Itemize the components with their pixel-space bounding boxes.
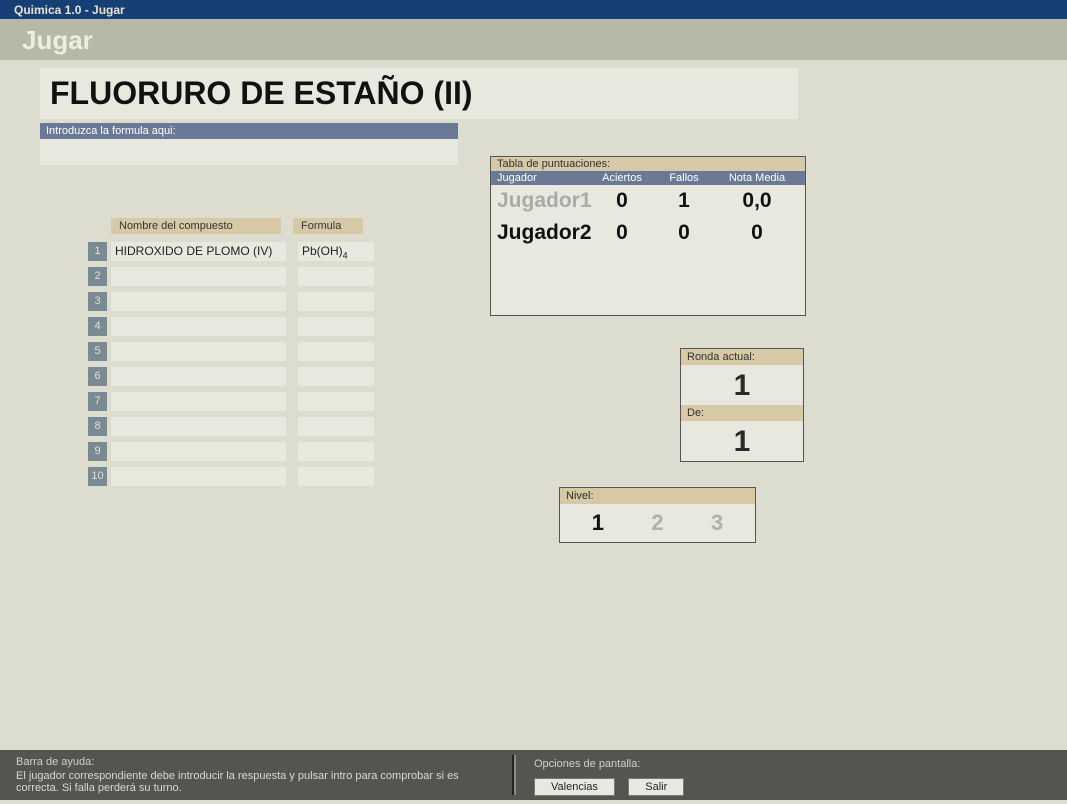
- history-row-formula: [298, 317, 374, 336]
- history-row-name: [111, 467, 286, 486]
- history-row-formula: [298, 292, 374, 311]
- screen-options: Opciones de pantalla: Valencias Salir: [528, 750, 700, 804]
- history-row-formula: [298, 442, 374, 461]
- compound-display: FLUORURO DE ESTAÑO (II): [40, 68, 798, 119]
- history-row-formula: [298, 342, 374, 361]
- history-row: 7: [88, 392, 398, 411]
- history-row-name: [111, 342, 286, 361]
- score-col-player: Jugador: [491, 172, 591, 184]
- history-header-formula: Formula: [293, 218, 363, 234]
- score-col-avg: Nota Media: [715, 172, 799, 184]
- history-row-number: 9: [88, 442, 107, 461]
- level-option[interactable]: 3: [711, 510, 723, 536]
- history-row-name: HIDROXIDO DE PLOMO (IV): [111, 242, 286, 261]
- level-option[interactable]: 2: [651, 510, 663, 536]
- history-row: 9: [88, 442, 398, 461]
- footer-divider: [512, 755, 516, 795]
- history-row-number: 8: [88, 417, 107, 436]
- score-title: Tabla de puntuaciones:: [491, 157, 805, 171]
- history-row-number: 3: [88, 292, 107, 311]
- history-row: 5: [88, 342, 398, 361]
- history-row-formula: [298, 392, 374, 411]
- history-row-formula: [298, 367, 374, 386]
- history-row-formula: [298, 417, 374, 436]
- history-row-name: [111, 292, 286, 311]
- level-panel: Nivel: 1 2 3: [559, 487, 756, 543]
- history-row: 1HIDROXIDO DE PLOMO (IV) Pb(OH)4: [88, 242, 398, 261]
- history-row-number: 1: [88, 242, 107, 261]
- history-row-number: 7: [88, 392, 107, 411]
- score-player-name: Jugador1: [491, 189, 591, 213]
- score-avg: 0,0: [715, 189, 799, 213]
- round-current-label: Ronda actual:: [681, 349, 803, 365]
- score-panel: Tabla de puntuaciones: Jugador Aciertos …: [490, 156, 806, 316]
- history-row: 2: [88, 267, 398, 286]
- history-row-name: [111, 392, 286, 411]
- score-row: Jugador1010,0: [491, 185, 805, 217]
- history-row-number: 10: [88, 467, 107, 486]
- score-hits: 0: [591, 221, 653, 245]
- round-total-label: De:: [681, 405, 803, 421]
- score-miss: 1: [653, 189, 715, 213]
- history-row-number: 5: [88, 342, 107, 361]
- history-header-row: Nombre del compuesto Formula: [111, 218, 398, 234]
- score-col-miss: Fallos: [653, 172, 715, 184]
- valencias-button[interactable]: Valencias: [534, 778, 615, 796]
- history-row-number: 4: [88, 317, 107, 336]
- level-option[interactable]: 1: [592, 510, 604, 536]
- history-row-formula: [298, 267, 374, 286]
- round-panel: Ronda actual: 1 De: 1: [680, 348, 804, 462]
- formula-input-label: Introduzca la formula aqui:: [40, 123, 458, 139]
- history-row-name: [111, 267, 286, 286]
- history-row-number: 2: [88, 267, 107, 286]
- salir-button[interactable]: Salir: [628, 778, 684, 796]
- score-header-row: Jugador Aciertos Fallos Nota Media: [491, 171, 805, 185]
- history-row: 3: [88, 292, 398, 311]
- score-row: Jugador2000: [491, 217, 805, 249]
- history-header-name: Nombre del compuesto: [111, 218, 281, 234]
- score-col-hits: Aciertos: [591, 172, 653, 184]
- page-header: Jugar: [0, 19, 1067, 60]
- history-list: Nombre del compuesto Formula 1HIDROXIDO …: [88, 218, 398, 492]
- history-row: 6: [88, 367, 398, 386]
- help-section: Barra de ayuda: El jugador correspondien…: [0, 750, 500, 798]
- score-player-name: Jugador2: [491, 221, 591, 245]
- window-titlebar: Quimica 1.0 - Jugar: [0, 0, 1067, 19]
- history-row-name: [111, 442, 286, 461]
- round-total-value: 1: [681, 421, 803, 461]
- score-miss: 0: [653, 221, 715, 245]
- history-row: 4: [88, 317, 398, 336]
- window-title: Quimica 1.0 - Jugar: [14, 3, 125, 17]
- footer: Barra de ayuda: El jugador correspondien…: [0, 750, 1067, 800]
- history-row-number: 6: [88, 367, 107, 386]
- score-hits: 0: [591, 189, 653, 213]
- round-current-value: 1: [681, 365, 803, 405]
- compound-name: FLUORURO DE ESTAÑO (II): [50, 75, 788, 112]
- history-row: 8: [88, 417, 398, 436]
- history-row-name: [111, 317, 286, 336]
- history-row: 10: [88, 467, 398, 486]
- history-row-formula: Pb(OH)4: [298, 242, 374, 261]
- main-area: FLUORURO DE ESTAÑO (II) Introduzca la fo…: [0, 60, 1067, 750]
- options-title: Opciones de pantalla:: [534, 758, 694, 770]
- formula-input[interactable]: [40, 139, 458, 165]
- formula-input-section: Introduzca la formula aqui:: [40, 123, 458, 165]
- history-row-name: [111, 367, 286, 386]
- help-text: El jugador correspondiente debe introduc…: [16, 770, 492, 794]
- page-title: Jugar: [22, 25, 1045, 56]
- history-row-name: [111, 417, 286, 436]
- help-title: Barra de ayuda:: [16, 756, 492, 768]
- score-avg: 0: [715, 221, 799, 245]
- level-title: Nivel:: [560, 488, 755, 504]
- history-row-formula: [298, 467, 374, 486]
